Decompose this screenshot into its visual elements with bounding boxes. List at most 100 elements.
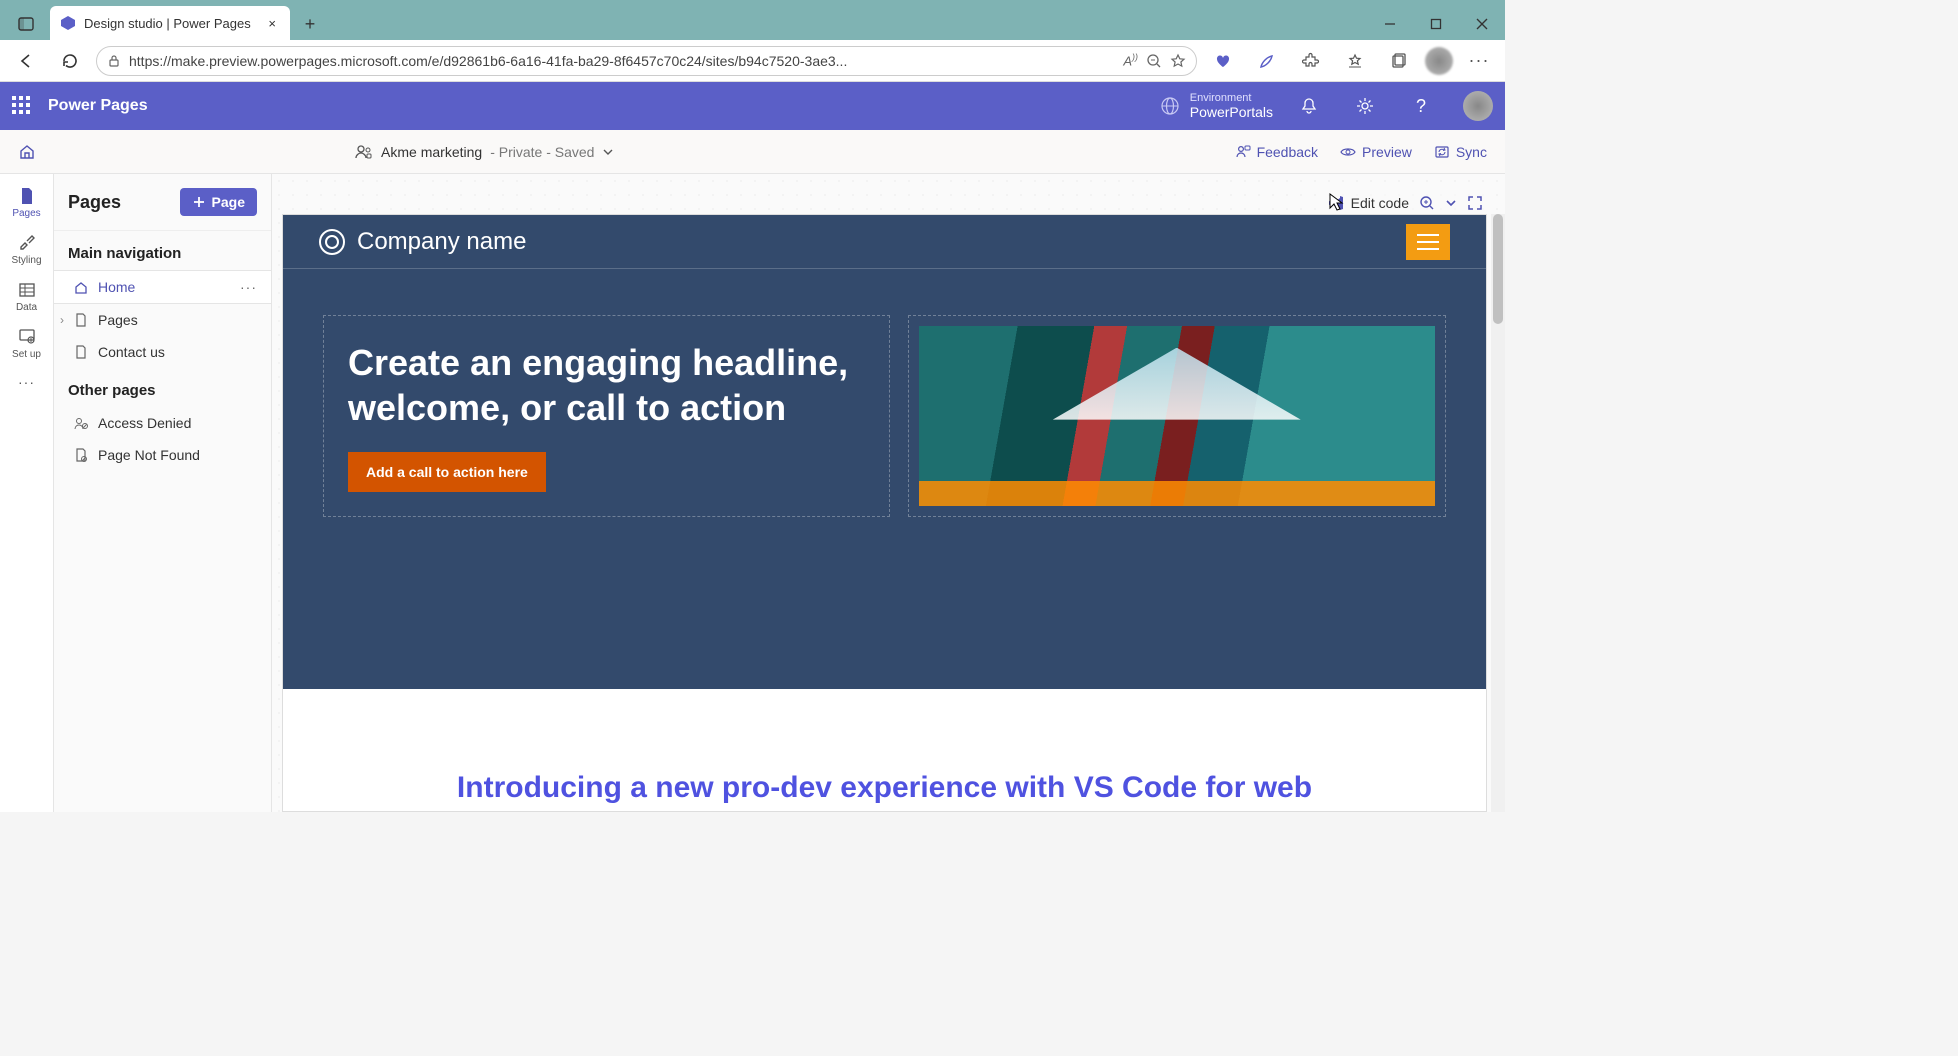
- window-close-button[interactable]: [1459, 8, 1505, 40]
- rail-setup[interactable]: Set up: [2, 321, 52, 366]
- address-bar[interactable]: https://make.preview.powerpages.microsof…: [96, 46, 1197, 76]
- globe-icon: [1160, 96, 1180, 116]
- tree-item-not-found[interactable]: Page Not Found: [54, 439, 271, 471]
- settings-button[interactable]: [1345, 86, 1385, 126]
- home-icon: [74, 280, 90, 294]
- edit-code-label: Edit code: [1351, 195, 1409, 211]
- scrollbar-thumb[interactable]: [1493, 214, 1503, 324]
- page-icon: [17, 186, 37, 206]
- ext-button-1[interactable]: [1205, 43, 1241, 79]
- zoom-dropdown[interactable]: [1445, 197, 1457, 209]
- panel-title: Pages: [68, 192, 121, 213]
- preview-button[interactable]: Preview: [1340, 144, 1412, 160]
- site-header[interactable]: Company name: [283, 215, 1486, 269]
- window-minimize-button[interactable]: [1367, 8, 1413, 40]
- rail-setup-label: Set up: [12, 349, 41, 360]
- fullscreen-button[interactable]: [1467, 195, 1483, 211]
- site-name: Akme marketing: [381, 144, 482, 160]
- collections-icon: [1390, 52, 1408, 70]
- tree-item-contact[interactable]: Contact us: [54, 336, 271, 368]
- canvas-scrollbar[interactable]: [1491, 214, 1505, 812]
- tree-item-home[interactable]: Home ···: [54, 270, 271, 304]
- feedback-button[interactable]: Feedback: [1235, 144, 1318, 160]
- hero-headline[interactable]: Create an engaging headline, welcome, or…: [348, 340, 865, 430]
- hero-image[interactable]: [919, 326, 1436, 506]
- tab-groups-icon: [18, 16, 34, 32]
- company-name[interactable]: Company name: [357, 228, 526, 256]
- close-icon: [1476, 18, 1488, 30]
- section-main-nav: Main navigation: [54, 231, 271, 270]
- brush-icon: [17, 233, 37, 253]
- chevron-down-icon: [602, 146, 614, 158]
- rail-data[interactable]: Data: [2, 274, 52, 319]
- expand-icon: [1467, 195, 1483, 211]
- maximize-icon: [1430, 18, 1442, 30]
- extensions-button[interactable]: [1293, 43, 1329, 79]
- page-canvas[interactable]: Company name Create an engaging headline…: [282, 214, 1487, 812]
- hero-section[interactable]: Create an engaging headline, welcome, or…: [283, 269, 1486, 689]
- sync-icon: [1434, 144, 1450, 160]
- browser-profile-avatar[interactable]: [1425, 47, 1453, 75]
- browser-refresh-button[interactable]: [52, 43, 88, 79]
- app-launcher-button[interactable]: [12, 96, 32, 116]
- help-button[interactable]: ?: [1401, 86, 1441, 126]
- window-maximize-button[interactable]: [1413, 8, 1459, 40]
- ellipsis-icon: ···: [1469, 50, 1490, 71]
- new-tab-button[interactable]: +: [294, 8, 326, 40]
- row-more-button[interactable]: ···: [240, 279, 257, 295]
- sync-button[interactable]: Sync: [1434, 144, 1487, 160]
- rail-more[interactable]: ···: [2, 368, 52, 396]
- site-selector[interactable]: Akme marketing - Private - Saved: [355, 143, 614, 161]
- browser-tab[interactable]: Design studio | Power Pages ×: [50, 6, 290, 40]
- tree-item-label: Pages: [98, 312, 138, 328]
- rail-pages-label: Pages: [12, 208, 40, 219]
- rail-data-label: Data: [16, 302, 37, 313]
- chevron-right-icon[interactable]: ›: [60, 313, 64, 327]
- ellipsis-icon: ···: [18, 374, 35, 390]
- notifications-button[interactable]: [1289, 86, 1329, 126]
- ext-button-2[interactable]: [1249, 43, 1285, 79]
- edit-code-button[interactable]: Edit code: [1327, 194, 1409, 212]
- page-icon: [74, 345, 90, 359]
- hamburger-menu-button[interactable]: [1406, 224, 1450, 260]
- gear-icon: [1356, 97, 1374, 115]
- refresh-icon: [61, 52, 79, 70]
- zoom-button[interactable]: [1419, 195, 1435, 211]
- cta-button[interactable]: Add a call to action here: [348, 452, 546, 492]
- environment-label: Environment: [1190, 92, 1273, 104]
- favorites-button[interactable]: [1337, 43, 1373, 79]
- user-avatar[interactable]: [1463, 91, 1493, 121]
- tree-item-label: Access Denied: [98, 415, 191, 431]
- tree-item-label: Page Not Found: [98, 447, 200, 463]
- burger-line-icon: [1417, 248, 1439, 250]
- tab-close-button[interactable]: ×: [264, 16, 280, 31]
- feather-icon: [1258, 52, 1276, 70]
- tree-item-label: Contact us: [98, 344, 165, 360]
- add-page-button[interactable]: Page: [180, 188, 257, 216]
- hero-image-column[interactable]: [908, 315, 1447, 517]
- zoom-reset-icon[interactable]: [1146, 53, 1162, 69]
- favorite-star-icon[interactable]: [1170, 53, 1186, 69]
- environment-name: PowerPortals: [1190, 104, 1273, 120]
- heart-tag-icon: [1214, 52, 1232, 70]
- environment-picker[interactable]: Environment PowerPortals: [1190, 92, 1273, 120]
- plus-icon: [192, 195, 206, 209]
- section-other-pages: Other pages: [54, 368, 271, 407]
- browser-back-button[interactable]: [8, 43, 44, 79]
- tree-item-pages[interactable]: › Pages: [54, 304, 271, 336]
- tree-item-access-denied[interactable]: Access Denied: [54, 407, 271, 439]
- rail-pages[interactable]: Pages: [2, 180, 52, 225]
- reader-mode-button[interactable]: A)): [1123, 52, 1138, 68]
- rail-styling[interactable]: Styling: [2, 227, 52, 272]
- overlay-banner-text: Introducing a new pro-dev experience wit…: [457, 771, 1312, 805]
- home-icon: [18, 143, 36, 161]
- feedback-label: Feedback: [1257, 144, 1318, 160]
- burger-line-icon: [1417, 241, 1439, 243]
- tab-groups-button[interactable]: [8, 8, 44, 40]
- browser-menu-button[interactable]: ···: [1461, 43, 1497, 79]
- home-button[interactable]: [18, 143, 36, 161]
- rail-styling-label: Styling: [11, 255, 41, 266]
- access-denied-icon: [74, 416, 90, 430]
- collections-button[interactable]: [1381, 43, 1417, 79]
- hero-text-column[interactable]: Create an engaging headline, welcome, or…: [323, 315, 890, 517]
